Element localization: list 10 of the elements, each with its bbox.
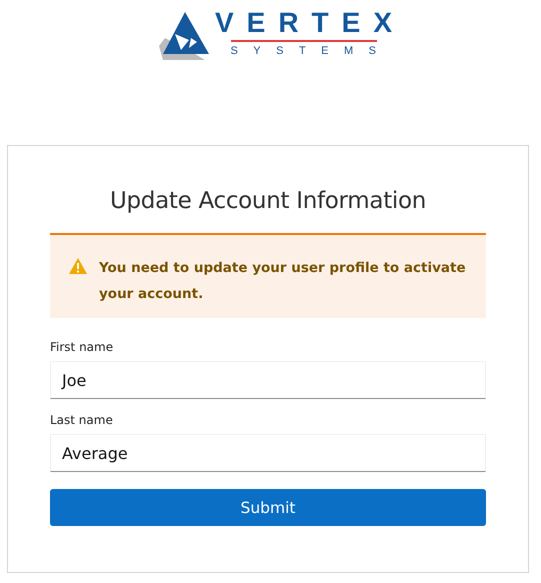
submit-button[interactable]: Submit [50, 489, 486, 526]
logo-name: VERTEX [214, 8, 406, 38]
form-title: Update Account Information [108, 188, 428, 214]
logo-tagline: SYSTEMS [230, 45, 392, 58]
field-label: First name [50, 339, 114, 355]
input-field[interactable]: Average [50, 434, 486, 472]
field-label: Last name [50, 412, 114, 428]
alert-message: You need to update your user profile to activate your account. [99, 259, 466, 302]
warning-icon [69, 258, 87, 274]
input-field[interactable]: Joe [50, 361, 486, 399]
